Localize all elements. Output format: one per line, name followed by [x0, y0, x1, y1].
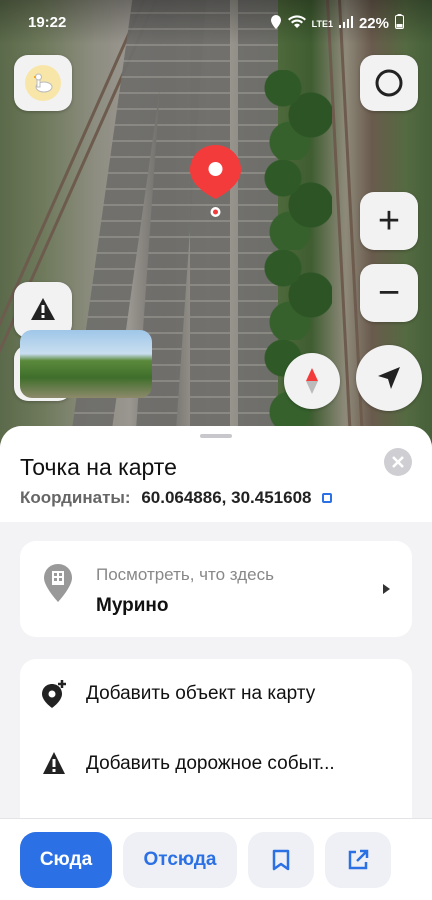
- zoom-in-button[interactable]: +: [360, 192, 418, 250]
- minus-icon: −: [377, 272, 401, 314]
- close-button[interactable]: [384, 448, 412, 476]
- route-here-button[interactable]: Сюда: [20, 832, 112, 888]
- my-location-button[interactable]: [356, 345, 422, 411]
- compass-button[interactable]: [284, 353, 340, 409]
- add-road-event-row[interactable]: Добавить дорожное событ...: [20, 747, 412, 783]
- signal-icon: [338, 15, 353, 32]
- share-button[interactable]: [325, 832, 391, 888]
- add-object-label: Добавить объект на карту: [86, 683, 316, 704]
- status-time: 19:22: [28, 14, 67, 31]
- battery-icon: [395, 14, 404, 33]
- bookmark-icon: [272, 849, 290, 871]
- whats-here-card[interactable]: Посмотреть, что здесь Мурино: [20, 541, 412, 637]
- bookmark-button[interactable]: [248, 832, 314, 888]
- road-event-icon: [40, 749, 68, 784]
- sheet-header: Точка на карте Координаты: 60.064886, 30…: [0, 426, 432, 522]
- add-object-row[interactable]: Добавить объект на карту: [20, 677, 412, 713]
- zoom-out-button[interactable]: −: [360, 264, 418, 322]
- alice-assistant-button[interactable]: [360, 55, 418, 111]
- coordinates-value[interactable]: 60.064886, 30.451608: [141, 488, 311, 507]
- add-place-icon: [40, 679, 68, 714]
- close-icon: [392, 456, 404, 468]
- coordinates-row: Координаты: 60.064886, 30.451608: [20, 488, 333, 508]
- building-pin-icon: [42, 563, 74, 608]
- garage-row: [190, 0, 230, 460]
- navigation-arrow-icon: [378, 367, 400, 389]
- alice-icon: [375, 69, 403, 97]
- warning-icon: [31, 298, 55, 320]
- location-icon: [270, 14, 282, 33]
- goose-avatar-icon: [25, 65, 61, 101]
- share-icon: [348, 849, 369, 870]
- add-road-event-label: Добавить дорожное событ...: [86, 753, 335, 774]
- sheet-title: Точка на карте: [20, 454, 177, 480]
- plus-icon: +: [377, 200, 401, 242]
- map-pin-icon: [188, 143, 243, 217]
- panorama-thumbnail[interactable]: [20, 330, 152, 398]
- bottom-action-bar: Сюда Отсюда: [0, 818, 432, 900]
- profile-avatar-button[interactable]: [14, 55, 72, 111]
- whats-here-subtitle: Посмотреть, что здесь: [96, 565, 274, 584]
- copy-icon[interactable]: [322, 493, 333, 503]
- whats-here-place: Мурино: [96, 595, 169, 616]
- drag-handle[interactable]: [200, 434, 232, 438]
- status-bar: 19:22 LTE1 22%: [0, 0, 432, 44]
- chevron-right-icon: [383, 584, 390, 594]
- compass-icon: [306, 368, 318, 394]
- wifi-icon: [287, 14, 306, 33]
- route-from-button[interactable]: Отсюда: [123, 832, 237, 888]
- network-type-label: LTE1: [311, 18, 333, 29]
- battery-percent: 22%: [358, 15, 389, 32]
- coordinates-label: Координаты:: [20, 488, 131, 507]
